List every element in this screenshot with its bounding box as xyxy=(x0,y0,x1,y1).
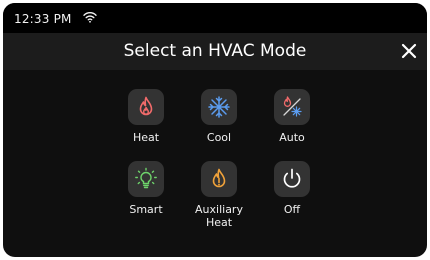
mode-label: Smart xyxy=(129,203,163,216)
mode-tile xyxy=(128,161,164,197)
mode-off-button[interactable]: Off xyxy=(257,161,327,216)
mode-label-line: Heat xyxy=(205,216,233,229)
mode-tile xyxy=(274,161,310,197)
power-icon xyxy=(283,168,301,188)
status-bar: 12:33 PM xyxy=(3,3,427,33)
header-bar: Select an HVAC Mode xyxy=(3,33,427,70)
mode-heat-button[interactable]: Heat xyxy=(111,89,181,144)
snowflake-icon xyxy=(208,96,230,118)
mode-tile xyxy=(201,89,237,125)
close-icon xyxy=(401,43,417,59)
close-button[interactable] xyxy=(397,39,421,63)
mode-tile xyxy=(128,89,164,125)
mode-label: Off xyxy=(283,203,301,216)
flame-snowflake-icon xyxy=(283,96,302,117)
mode-auxiliary-heat-button[interactable]: Auxiliary Heat xyxy=(184,161,254,229)
mode-tile xyxy=(274,89,310,125)
hvac-mode-screen: 12:33 PM Select an HVAC Mode Heat Cool A… xyxy=(3,3,427,257)
mode-label: Auxiliary Heat xyxy=(184,203,254,229)
warning-flame-icon xyxy=(212,168,226,188)
wifi-icon xyxy=(83,12,97,23)
mode-tile xyxy=(201,161,237,197)
lightbulb-icon xyxy=(135,167,157,189)
mode-label-line: Auxiliary xyxy=(195,203,243,216)
mode-label: Cool xyxy=(206,131,232,144)
mode-smart-button[interactable]: Smart xyxy=(111,161,181,216)
mode-label: Auto xyxy=(279,131,305,144)
flame-icon xyxy=(139,96,153,116)
status-time: 12:33 PM xyxy=(14,12,72,26)
mode-auto-button[interactable]: Auto xyxy=(257,89,327,144)
page-title: Select an HVAC Mode xyxy=(123,41,307,61)
mode-label: Heat xyxy=(132,131,160,144)
mode-cool-button[interactable]: Cool xyxy=(184,89,254,144)
